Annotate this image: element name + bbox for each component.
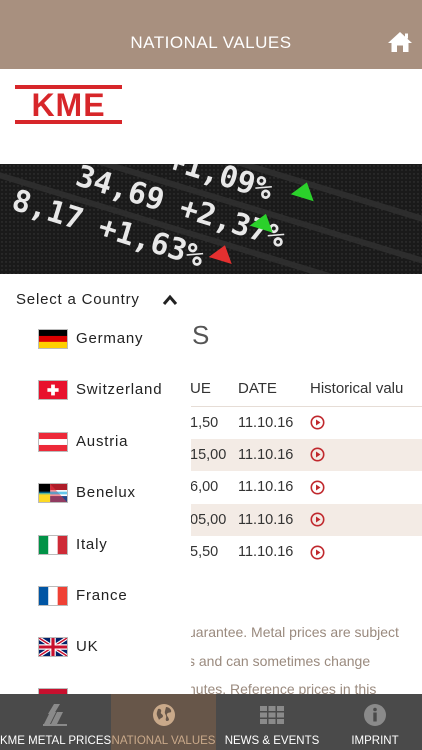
country-label: Switzerland: [76, 381, 163, 398]
disclaimer-line: s and can sometimes change: [188, 652, 371, 669]
page-title: NATIONAL VALUES: [130, 33, 292, 52]
column-header-date: DATE: [238, 372, 310, 407]
table-row: 15,00 11.10.16: [190, 438, 422, 471]
country-dropdown: Select a Country Germany Switzerland Aus…: [0, 274, 191, 694]
tab-label: NEWS & EVENTS: [224, 735, 320, 747]
brand-area: KME: [0, 69, 422, 164]
country-label: UK: [76, 638, 99, 655]
tab-national-values[interactable]: NATIONAL VALUES: [111, 694, 216, 750]
country-label: Italy: [76, 536, 108, 553]
svg-text:KME: KME: [31, 87, 105, 123]
play-circle-icon[interactable]: [310, 545, 325, 560]
kme-logo: KME: [15, 85, 122, 124]
globe-icon: [152, 704, 175, 726]
play-circle-icon[interactable]: [310, 512, 325, 527]
bottom-tab-bar: KME METAL PRICES NATIONAL VALUES NEWS & …: [0, 694, 422, 750]
section-heading: S: [192, 320, 210, 350]
chevron-up-icon[interactable]: [162, 294, 178, 306]
tab-imprint[interactable]: IMPRINT: [328, 694, 422, 750]
table-row: 05,00 11.10.16: [190, 503, 422, 536]
date-cell: 11.10.16: [238, 414, 294, 431]
value-cell: 15,00: [190, 438, 238, 471]
uk-flag-icon: [38, 637, 68, 657]
table-row: 5,50 11.10.16: [190, 536, 422, 569]
stock-ticker-banner: OM 46,30 +1,09% 34,69 +2,37% R 8,17 +1,6…: [0, 164, 422, 274]
value-cell: 05,00: [190, 503, 238, 536]
austria-flag-icon: [38, 432, 68, 452]
tab-label: NATIONAL VALUES: [111, 735, 216, 747]
date-cell: 11.10.16: [238, 544, 294, 561]
country-item-partial[interactable]: [38, 684, 188, 694]
metal-bars-icon: [43, 704, 67, 726]
values-table: UE DATE Historical valu 1,50 11.10.16 15…: [190, 372, 422, 569]
value-cell: 5,50: [190, 544, 219, 561]
country-item-uk[interactable]: UK: [38, 633, 188, 663]
play-circle-icon[interactable]: [310, 415, 325, 430]
country-item-france[interactable]: France: [38, 582, 188, 612]
country-item-switzerland[interactable]: Switzerland: [38, 376, 188, 406]
select-country-label[interactable]: Select a Country: [16, 291, 140, 308]
tab-news-events[interactable]: NEWS & EVENTS: [217, 694, 327, 750]
date-cell: 11.10.16: [238, 479, 294, 496]
country-item-italy[interactable]: Italy: [38, 531, 188, 561]
country-label: Benelux: [76, 484, 136, 501]
france-flag-icon: [38, 586, 68, 606]
disclaimer-line: uarantee. Metal prices are subject: [188, 624, 399, 640]
country-item-germany[interactable]: Germany: [38, 325, 188, 355]
tab-label: KME METAL PRICES: [0, 735, 112, 747]
date-cell: 11.10.16: [238, 438, 310, 471]
country-label: Germany: [76, 330, 144, 347]
switzerland-flag-icon: [38, 380, 68, 400]
country-item-austria[interactable]: Austria: [38, 428, 188, 458]
table-row: 6,00 11.10.16: [190, 471, 422, 504]
italy-flag-icon: [38, 535, 68, 555]
info-icon: [364, 704, 386, 726]
tab-kme-metal-prices[interactable]: KME METAL PRICES: [0, 694, 112, 750]
tab-label: IMPRINT: [351, 735, 399, 747]
column-header-value: UE: [190, 372, 238, 407]
value-cell: 1,50: [190, 414, 219, 431]
disclaimer-text: uarantee. Metal prices are subject s and…: [188, 618, 420, 704]
grid-icon: [260, 706, 284, 724]
column-header-historical: Historical valu: [310, 372, 422, 407]
country-label: Austria: [76, 433, 129, 450]
country-label: France: [76, 587, 128, 604]
country-item-benelux[interactable]: Benelux: [38, 479, 188, 509]
app-header: NATIONAL VALUES: [0, 0, 422, 69]
table-row: 1,50 11.10.16: [190, 406, 422, 439]
benelux-flag-icon: [38, 483, 68, 503]
date-cell: 11.10.16: [238, 503, 310, 536]
value-cell: 6,00: [190, 479, 219, 496]
play-circle-icon[interactable]: [310, 447, 325, 462]
play-circle-icon[interactable]: [310, 480, 325, 495]
home-icon[interactable]: [386, 30, 414, 54]
germany-flag-icon: [38, 329, 68, 349]
ticker-image: OM 46,30 +1,09% 34,69 +2,37% R 8,17 +1,6…: [0, 164, 422, 274]
